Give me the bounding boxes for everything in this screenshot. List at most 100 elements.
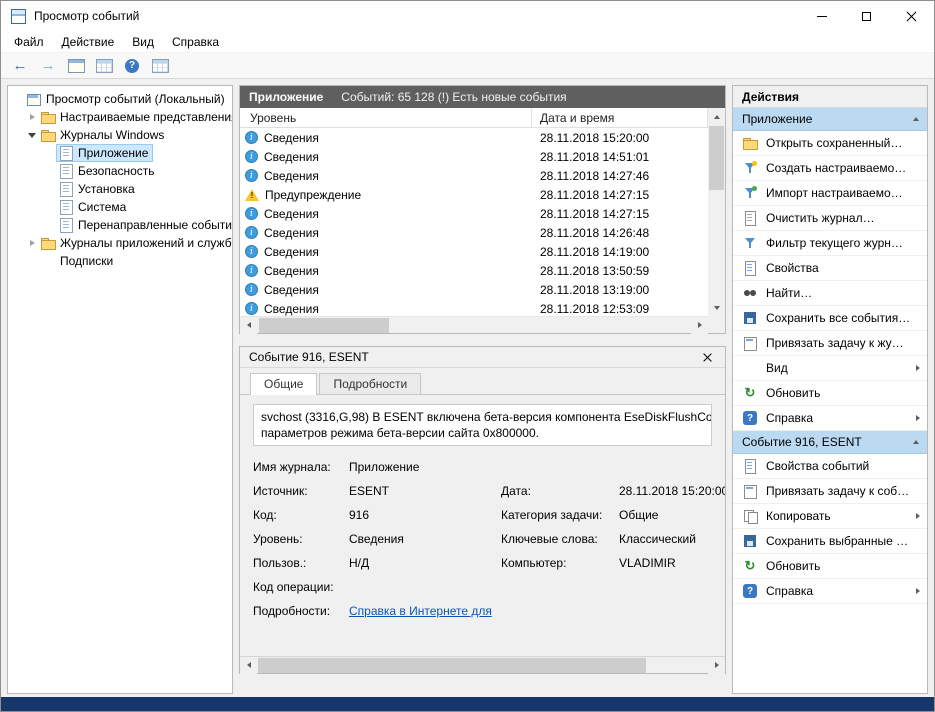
action-item-clear-log[interactable]: Очистить журнал…: [733, 206, 927, 231]
detail-horizontal-scrollbar[interactable]: [240, 656, 725, 673]
scroll-down-button[interactable]: [708, 299, 725, 316]
scroll-left-button[interactable]: [240, 317, 257, 334]
tree-item-windows-logs[interactable]: Журналы Windows: [8, 126, 232, 144]
help-icon: [742, 583, 758, 599]
online-help-link[interactable]: Справка в Интернете для: [349, 604, 492, 618]
info-icon: [245, 226, 258, 239]
column-header-datetime[interactable]: Дата и время: [532, 108, 708, 127]
help-icon[interactable]: [121, 56, 143, 76]
event-row[interactable]: Сведения28.11.2018 14:19:00: [240, 242, 708, 261]
minimize-button[interactable]: [799, 1, 844, 31]
scroll-left-button[interactable]: [240, 657, 257, 674]
action-section-header-event-916-section[interactable]: Событие 916, ESENT: [733, 431, 927, 454]
detail-scrollbar-thumb[interactable]: [258, 658, 646, 673]
tree-item-setup[interactable]: Установка: [8, 180, 232, 198]
action-item-attach-task-to-log[interactable]: Привязать задачу к жу…: [733, 331, 927, 356]
table-icon[interactable]: [149, 56, 171, 76]
field-label-event-id: Код:: [253, 508, 349, 522]
event-row[interactable]: Сведения28.11.2018 13:50:59: [240, 261, 708, 280]
scroll-right-button[interactable]: [691, 317, 708, 334]
action-item-import-custom-view[interactable]: Импорт настраиваемо…: [733, 181, 927, 206]
action-item-save-selected-events[interactable]: Сохранить выбранные …: [733, 529, 927, 554]
tree-item-system[interactable]: Система: [8, 198, 232, 216]
action-item-refresh[interactable]: Обновить: [733, 381, 927, 406]
action-item-properties[interactable]: Свойства: [733, 256, 927, 281]
event-fields: Имя журнала:ПриложениеИсточник:ESENTДата…: [253, 460, 712, 618]
event-level-label: Предупреждение: [265, 188, 361, 202]
menu-view[interactable]: Вид: [123, 35, 163, 49]
event-row[interactable]: Сведения28.11.2018 14:26:48: [240, 223, 708, 242]
tree-item-subscriptions[interactable]: Подписки: [8, 252, 232, 270]
action-item-help[interactable]: Справка: [733, 406, 927, 431]
action-item-event-properties[interactable]: Свойства событий: [733, 454, 927, 479]
tab-details[interactable]: Подробности: [319, 373, 421, 394]
submenu-arrow-icon: [916, 365, 920, 371]
vertical-scrollbar-thumb[interactable]: [709, 126, 724, 190]
expand-arrow-icon[interactable]: [26, 240, 38, 246]
field-value-user: Н/Д: [349, 556, 501, 570]
menu-help[interactable]: Справка: [163, 35, 228, 49]
event-row[interactable]: Сведения28.11.2018 15:20:00: [240, 128, 708, 147]
action-item-view[interactable]: Вид: [733, 356, 927, 381]
close-detail-button[interactable]: [698, 353, 716, 362]
find-icon: [742, 285, 758, 301]
vertical-scrollbar[interactable]: [708, 108, 725, 316]
action-item-open-saved-log[interactable]: Открыть сохраненный…: [733, 131, 927, 156]
console-window-icon[interactable]: [65, 56, 87, 76]
submenu-arrow-icon: [916, 513, 920, 519]
down-arrow-icon: [714, 306, 720, 310]
horizontal-scrollbar-thumb[interactable]: [259, 318, 389, 333]
action-section-header-application-section[interactable]: Приложение: [733, 108, 927, 131]
detail-title: Событие 916, ESENT: [249, 350, 369, 364]
back-icon[interactable]: [9, 56, 31, 76]
actions-pane: Действия ПриложениеОткрыть сохраненный…С…: [732, 85, 928, 694]
event-row[interactable]: Сведения28.11.2018 14:27:46: [240, 166, 708, 185]
forward-icon[interactable]: [37, 56, 59, 76]
maximize-button[interactable]: [844, 1, 889, 31]
menu-file[interactable]: Файл: [5, 35, 53, 49]
event-row[interactable]: Сведения28.11.2018 13:19:00: [240, 280, 708, 299]
expand-arrow-icon[interactable]: [26, 133, 38, 138]
action-item-save-all-events[interactable]: Сохранить все события…: [733, 306, 927, 331]
action-item-label: Копировать: [766, 509, 908, 523]
tree-item-custom-views[interactable]: Настраиваемые представления: [8, 108, 232, 126]
event-row[interactable]: Сведения28.11.2018 14:51:01: [240, 147, 708, 166]
action-item-label: Справка: [766, 411, 908, 425]
tree-item-forwarded-events[interactable]: Перенаправленные события: [8, 216, 232, 234]
expand-arrow-icon[interactable]: [26, 114, 38, 120]
action-item-help-event[interactable]: Справка: [733, 579, 927, 604]
event-row[interactable]: Сведения28.11.2018 14:27:15: [240, 204, 708, 223]
event-level-cell: Сведения: [240, 207, 532, 221]
collapse-icon[interactable]: [913, 117, 919, 121]
action-item-attach-task-to-event[interactable]: Привязать задачу к соб…: [733, 479, 927, 504]
props-icon: [742, 458, 758, 474]
horizontal-scrollbar[interactable]: [240, 316, 708, 333]
tree-item-security[interactable]: Безопасность: [8, 162, 232, 180]
tree-item-event-viewer-local[interactable]: Просмотр событий (Локальный): [8, 90, 232, 108]
collapse-icon[interactable]: [913, 440, 919, 444]
action-item-refresh-event[interactable]: Обновить: [733, 554, 927, 579]
help-icon: [742, 410, 758, 426]
action-item-find[interactable]: Найти…: [733, 281, 927, 306]
event-level-cell: Сведения: [240, 226, 532, 240]
tree-item-application[interactable]: Приложение: [8, 144, 232, 162]
scroll-right-button[interactable]: [708, 657, 725, 674]
action-item-filter-current-log[interactable]: Фильтр текущего журн…: [733, 231, 927, 256]
table-icon[interactable]: [93, 56, 115, 76]
scroll-up-button[interactable]: [708, 108, 725, 125]
action-item-copy[interactable]: Копировать: [733, 504, 927, 529]
funnel-icon: [742, 185, 758, 201]
tree-item-apps-services-logs[interactable]: Журналы приложений и служб: [8, 234, 232, 252]
tab-general[interactable]: Общие: [250, 373, 317, 395]
event-row[interactable]: Предупреждение28.11.2018 14:27:15: [240, 185, 708, 204]
column-header-level[interactable]: Уровень: [240, 108, 532, 127]
tree-item-body: Система: [56, 198, 131, 216]
titlebar[interactable]: Просмотр событий: [1, 1, 934, 31]
action-item-create-custom-view[interactable]: Создать настраиваемо…: [733, 156, 927, 181]
log-icon: [59, 164, 73, 178]
action-item-label: Фильтр текущего журн…: [766, 236, 927, 250]
close-button[interactable]: [889, 1, 934, 31]
menu-action[interactable]: Действие: [53, 35, 124, 49]
actions-pane-title: Действия: [733, 86, 927, 108]
scroll-track[interactable]: [708, 190, 725, 299]
